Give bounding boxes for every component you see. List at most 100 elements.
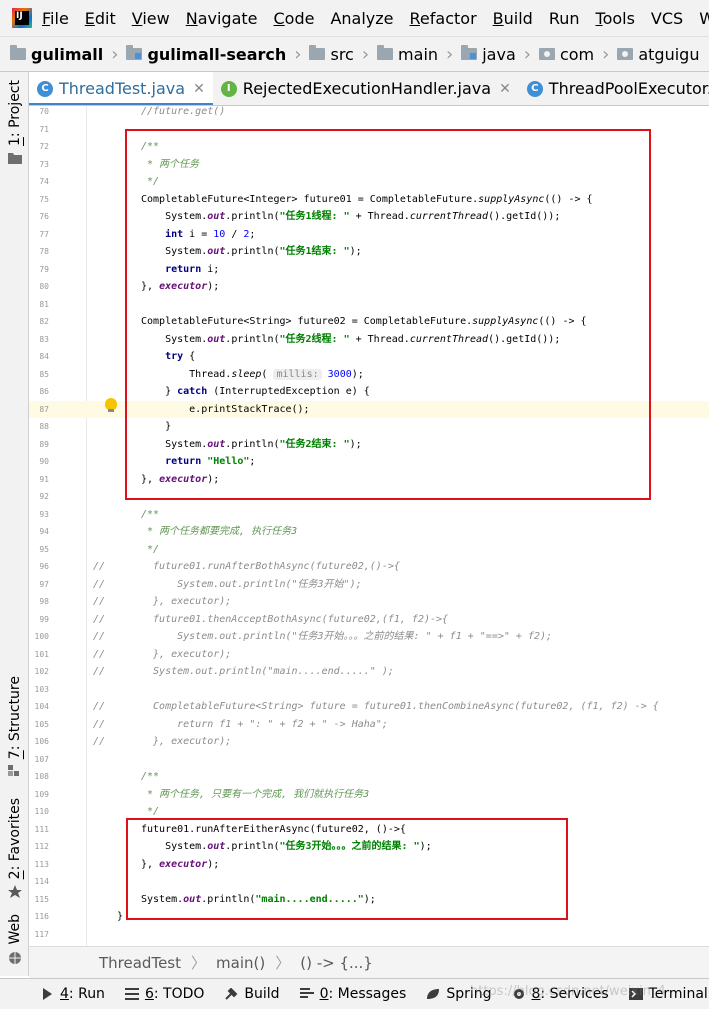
line-number: 103 xyxy=(34,684,49,694)
build-tool-button[interactable]: Build xyxy=(224,986,280,1002)
line-number: 74 xyxy=(39,177,49,186)
code-line[interactable]: 106 // }, executor); xyxy=(29,733,709,751)
java-interface-icon: I xyxy=(220,80,237,97)
code-line[interactable]: 101 // }, executor); xyxy=(29,646,709,664)
crumb-method[interactable]: main() xyxy=(216,954,265,972)
annotation-box-either-task xyxy=(126,818,568,920)
tab-threadtest[interactable]: C ThreadTest.java ✕ xyxy=(29,72,213,105)
code-text: //future.get() xyxy=(141,106,226,117)
folder-icon xyxy=(7,153,22,164)
structure-tool-tab[interactable]: 7: Structure xyxy=(0,676,29,777)
menu-view[interactable]: View xyxy=(132,9,170,28)
crumb-module[interactable]: gulimall-search xyxy=(126,45,286,64)
folder-icon xyxy=(309,45,326,60)
package-icon xyxy=(617,48,634,60)
java-class-icon: C xyxy=(37,80,53,97)
editor-breadcrumb: ThreadTest 〉 main() 〉 () -> {...} xyxy=(29,946,709,978)
menu-code[interactable]: Code xyxy=(274,9,315,28)
crumb-src[interactable]: src xyxy=(309,45,354,64)
structure-icon xyxy=(7,765,19,777)
line-number: 91 xyxy=(39,474,49,484)
code-text: /** xyxy=(141,771,160,782)
menu-file[interactable]: File xyxy=(42,9,69,28)
code-line[interactable]: 95 */ xyxy=(29,541,709,559)
close-icon[interactable]: ✕ xyxy=(499,81,511,97)
line-number: 98 xyxy=(39,597,49,606)
menu-analyze[interactable]: Analyze xyxy=(330,9,393,28)
line-comment-marker: // xyxy=(93,701,106,712)
crumb-class[interactable]: ThreadTest xyxy=(99,954,181,972)
chevron-right-icon: › xyxy=(602,43,610,65)
code-line[interactable]: 93 /** xyxy=(29,506,709,524)
code-line[interactable]: 98 // }, executor); xyxy=(29,593,709,611)
code-line[interactable]: 109 * 两个任务, 只要有一个完成, 我们就执行任务3 xyxy=(29,786,709,804)
chevron-right-icon: 〉 xyxy=(191,954,207,972)
close-icon[interactable]: ✕ xyxy=(193,81,205,97)
left-tool-strip: 1: Project 7: Structure 2: Favorites Web xyxy=(0,72,29,976)
annotation-box-parallel-tasks xyxy=(125,129,651,500)
menu-tools[interactable]: Tools xyxy=(596,9,635,28)
code-line[interactable]: 102 // System.out.println("main....end...… xyxy=(29,663,709,681)
favorites-tool-tab[interactable]: 2: Favorites xyxy=(0,798,29,899)
code-text: * 两个任务都要完成, 执行任务3 xyxy=(141,526,298,537)
code-line[interactable]: 105 // return f1 + ": " + f2 + " -> Haha"… xyxy=(29,716,709,734)
code-line[interactable]: 96 // future01.runAfterBothAsync(future02… xyxy=(29,558,709,576)
web-tool-tab[interactable]: Web xyxy=(0,914,29,965)
crumb-main[interactable]: main xyxy=(377,45,438,64)
line-number: 105 xyxy=(34,719,49,729)
tab-rejectedexecutionhandler[interactable]: I RejectedExecutionHandler.java ✕ xyxy=(213,72,519,105)
line-number: 96 xyxy=(39,562,49,571)
crumb-java[interactable]: java xyxy=(461,45,516,64)
line-number: 80 xyxy=(39,282,49,291)
code-editor[interactable]: 70//future.get() 71 72/** 73 * 两个任务 74 */75 C… xyxy=(29,106,709,946)
lightbulb-icon[interactable] xyxy=(105,398,117,412)
spring-icon xyxy=(427,989,440,999)
code-line[interactable]: 100 // System.out.println("任务3开始。。。之前的结果:… xyxy=(29,628,709,646)
crumb-atguigu[interactable]: atguigu xyxy=(617,45,699,64)
code-text: return f1 + ": " + f2 + " -> Haha"; xyxy=(141,718,388,730)
menu-window[interactable]: Windo xyxy=(699,9,709,28)
line-number: 89 xyxy=(39,439,49,449)
line-number: 101 xyxy=(34,649,49,659)
menu-navigate[interactable]: Navigate xyxy=(186,9,258,28)
menu-build[interactable]: Build xyxy=(493,9,533,28)
code-text: System.out.println("main....end....." ); xyxy=(141,666,394,677)
package-icon xyxy=(538,48,555,60)
code-line[interactable]: 99 // future01.thenAcceptBothAsync(future… xyxy=(29,611,709,629)
code-line[interactable]: 103 xyxy=(29,681,709,699)
menu-refactor[interactable]: Refactor xyxy=(410,9,477,28)
menu-edit[interactable]: Edit xyxy=(85,9,116,28)
line-comment-marker: // xyxy=(93,578,106,590)
line-number: 94 xyxy=(39,527,49,536)
line-number: 104 xyxy=(34,702,49,711)
tab-threadpoolexecutor[interactable]: C ThreadPoolExecutor.java xyxy=(519,72,709,105)
run-icon xyxy=(43,988,52,1000)
line-number: 102 xyxy=(34,667,49,676)
line-number: 100 xyxy=(34,632,49,641)
chevron-right-icon: › xyxy=(111,43,119,65)
code-line[interactable]: 108 /** xyxy=(29,768,709,786)
chevron-right-icon: › xyxy=(446,43,454,65)
code-line[interactable]: 104 // CompletableFuture<String> future =… xyxy=(29,698,709,716)
todo-tool-button[interactable]: 6: TODO xyxy=(124,986,204,1002)
crumb-lambda[interactable]: () -> {...} xyxy=(300,954,373,972)
menu-vcs[interactable]: VCS xyxy=(651,9,683,28)
line-number: 109 xyxy=(34,789,49,799)
line-number: 77 xyxy=(39,229,49,239)
run-tool-button[interactable]: 4: Run xyxy=(40,986,105,1002)
menu-run[interactable]: Run xyxy=(549,9,580,28)
code-line[interactable]: 94 * 两个任务都要完成, 执行任务3 xyxy=(29,523,709,541)
line-number: 95 xyxy=(39,544,49,554)
code-line[interactable]: 107 xyxy=(29,751,709,769)
line-number: 113 xyxy=(34,859,49,869)
crumb-com[interactable]: com xyxy=(538,45,594,64)
code-line[interactable]: 70 //future.get() xyxy=(29,106,709,121)
code-line[interactable]: 117 xyxy=(29,926,709,944)
messages-tool-button[interactable]: 0: Messages xyxy=(299,986,406,1002)
line-number: 117 xyxy=(34,929,49,939)
code-line[interactable]: 97 // System.out.println("任务3开始"); xyxy=(29,576,709,594)
source-folder-icon xyxy=(461,45,478,60)
line-comment-marker: // xyxy=(93,666,106,677)
crumb-project[interactable]: gulimall xyxy=(10,45,103,64)
project-tool-tab[interactable]: 1: Project xyxy=(0,80,29,164)
